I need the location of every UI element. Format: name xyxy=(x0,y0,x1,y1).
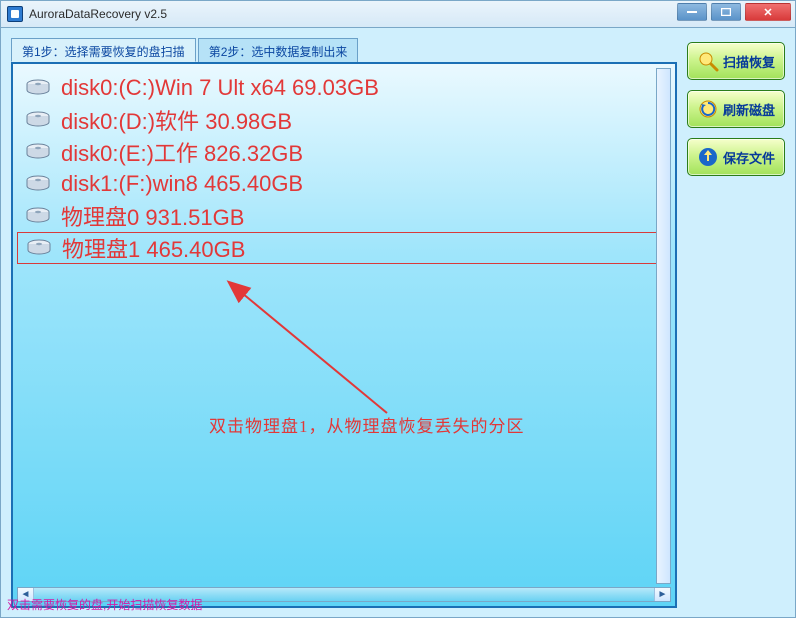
maximize-icon xyxy=(721,8,731,16)
close-icon: ✕ xyxy=(763,6,772,19)
disk-icon xyxy=(25,143,51,161)
vertical-scrollbar[interactable] xyxy=(656,68,671,584)
annotation-text: 双击物理盘1，从物理盘恢复丢失的分区 xyxy=(209,412,525,437)
save-file-button[interactable]: 保存文件 xyxy=(687,138,785,176)
window-title: AuroraDataRecovery v2.5 xyxy=(29,7,167,21)
disk-row[interactable]: disk1:(F:)win8 465.40GB xyxy=(17,168,671,200)
disk-list: disk0:(C:)Win 7 Ult x64 69.03GB disk0:(D:… xyxy=(17,68,671,268)
titlebar: AuroraDataRecovery v2.5 ✕ xyxy=(0,0,796,28)
disk-icon xyxy=(25,207,51,225)
app-icon xyxy=(7,6,23,22)
disk-label: disk1:(F:)win8 465.40GB xyxy=(61,171,303,197)
disk-label: disk0:(D:)软件 30.98GB xyxy=(61,104,292,136)
disk-row[interactable]: disk0:(D:)软件 30.98GB xyxy=(17,104,671,136)
disk-icon xyxy=(26,239,52,257)
disk-icon xyxy=(25,79,51,97)
scan-recover-label: 扫描恢复 xyxy=(723,52,775,71)
disk-icon xyxy=(25,175,51,193)
disk-label: disk0:(E:)工作 826.32GB xyxy=(61,136,303,168)
refresh-disks-label: 刷新磁盘 xyxy=(723,100,775,119)
tab-step1[interactable]: 第1步：选择需要恢复的盘扫描 xyxy=(11,38,196,62)
minimize-button[interactable] xyxy=(677,3,707,21)
status-bar: 双击需要恢复的盘,开始扫描恢复数据 xyxy=(7,596,202,613)
scroll-right-arrow[interactable]: ► xyxy=(654,588,670,601)
disk-label: 物理盘1 465.40GB xyxy=(62,232,245,264)
disk-panel: disk0:(C:)Win 7 Ult x64 69.03GB disk0:(D:… xyxy=(11,62,677,608)
disk-label: 物理盘0 931.51GB xyxy=(61,200,244,232)
disk-label: disk0:(C:)Win 7 Ult x64 69.03GB xyxy=(61,75,379,101)
disk-row[interactable]: 物理盘1 465.40GB xyxy=(17,232,671,264)
disk-row[interactable]: 物理盘0 931.51GB xyxy=(17,200,671,232)
side-buttons: 扫描恢复 刷新磁盘 保存文件 xyxy=(687,38,785,608)
close-button[interactable]: ✕ xyxy=(745,3,791,21)
tab-step2[interactable]: 第2步：选中数据复制出来 xyxy=(198,38,359,62)
refresh-disks-button[interactable]: 刷新磁盘 xyxy=(687,90,785,128)
client-area: 第1步：选择需要恢复的盘扫描 第2步：选中数据复制出来 disk0:(C:)Wi… xyxy=(0,28,796,618)
disk-icon xyxy=(25,111,51,129)
disk-row[interactable]: disk0:(C:)Win 7 Ult x64 69.03GB xyxy=(17,72,671,104)
window-controls: ✕ xyxy=(677,3,791,21)
magnifier-icon xyxy=(697,50,719,72)
save-icon xyxy=(697,146,719,168)
save-file-label: 保存文件 xyxy=(723,148,775,167)
maximize-button[interactable] xyxy=(711,3,741,21)
disk-row[interactable]: disk0:(E:)工作 826.32GB xyxy=(17,136,671,168)
refresh-icon xyxy=(697,98,719,120)
scan-recover-button[interactable]: 扫描恢复 xyxy=(687,42,785,80)
step-tabs: 第1步：选择需要恢复的盘扫描 第2步：选中数据复制出来 xyxy=(11,38,677,62)
disk-panel-inner: disk0:(C:)Win 7 Ult x64 69.03GB disk0:(D:… xyxy=(17,68,671,602)
